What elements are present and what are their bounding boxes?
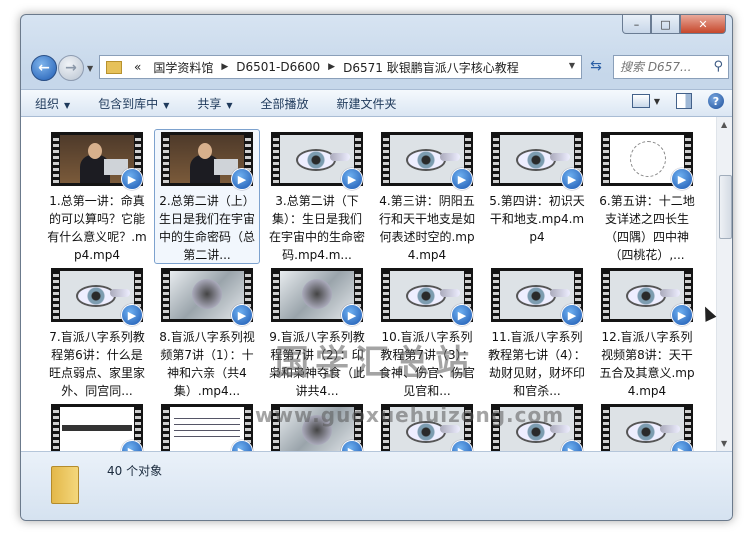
- file-item[interactable]: ▶: [44, 401, 150, 451]
- breadcrumb-item[interactable]: D6571 耿银鹏盲派八字核心教程: [337, 59, 525, 76]
- media-player-icon: ▶: [121, 304, 143, 326]
- include-in-library-label: 包含到库中: [98, 96, 159, 111]
- search-icon[interactable]: ⚲: [713, 59, 723, 74]
- file-item[interactable]: ▶ 2.总第二讲（上）生日是我们在宇宙中的生命密码（总第二讲...: [154, 129, 260, 264]
- chevron-down-icon: ▼: [163, 100, 170, 110]
- file-item[interactable]: ▶ 12.盲派八字系列视频第8讲：天干五合及其意义.mp4.mp4: [594, 265, 700, 400]
- explorer-window: – □ ✕ ← → ▼ « 国学资料馆 ▶ D6501-D6600 ▶ D657…: [20, 14, 733, 521]
- include-in-library-menu[interactable]: 包含到库中 ▼: [84, 95, 183, 112]
- file-name: 8.盲派八字系列视频第7讲（1）：十神和六亲（共4集）.mp4...: [159, 330, 255, 398]
- close-button[interactable]: ✕: [680, 15, 726, 34]
- chevron-down-icon: ▼: [226, 100, 233, 110]
- minimize-button[interactable]: –: [622, 15, 651, 34]
- scrollbar-thumb[interactable]: [719, 175, 732, 239]
- file-item[interactable]: ▶ 6.第五讲：十二地支详述之四长生（四隅）四中神（四桃花）,...: [594, 129, 700, 264]
- media-player-icon: ▶: [671, 304, 693, 326]
- organize-menu[interactable]: 组织 ▼: [21, 95, 84, 112]
- command-bar: 组织 ▼ 包含到库中 ▼ 共享 ▼ 全部播放 新建文件夹 ▼ ?: [21, 89, 732, 117]
- refresh-button[interactable]: ⇆: [585, 55, 607, 77]
- file-item[interactable]: ▶ 7.盲派八字系列教程第6讲：什么是旺点弱点、家里家外、同宫同...: [44, 265, 150, 400]
- media-player-icon: ▶: [341, 304, 363, 326]
- organize-label: 组织: [35, 96, 60, 111]
- folder-icon: [51, 466, 79, 504]
- scroll-down-icon[interactable]: ▼: [721, 439, 727, 448]
- media-player-icon: ▶: [231, 304, 253, 326]
- file-item[interactable]: ▶ 4.第三讲：阴阳五行和天干地支是如何表述时空的.mp4.mp4: [374, 129, 480, 264]
- breadcrumb-item[interactable]: D6501-D6600: [230, 60, 326, 74]
- folder-icon: [106, 60, 122, 74]
- navigation-bar: ← → ▼ « 国学资料馆 ▶ D6501-D6600 ▶ D6571 耿银鹏盲…: [29, 53, 729, 83]
- file-name: 1.总第一讲：命真的可以算吗？它能有什么意义呢？.mp4.mp4: [47, 194, 147, 262]
- vertical-scrollbar[interactable]: ▲ ▼: [716, 117, 732, 451]
- breadcrumb-item[interactable]: 国学资料馆: [147, 59, 219, 76]
- media-player-icon: ▶: [341, 168, 363, 190]
- new-folder-button[interactable]: 新建文件夹: [323, 95, 411, 112]
- watermark-url: www.guoxuehuizong.com: [255, 403, 565, 427]
- play-all-button[interactable]: 全部播放: [247, 95, 323, 112]
- file-name: 3.总第二讲（下集）：生日是我们在宇宙中的生命密码.mp4.m...: [268, 194, 365, 262]
- file-name: 11.盲派八字系列教程第七讲（4）：劫财见财，财坏印和官杀...: [488, 330, 586, 398]
- details-pane: 40 个对象: [21, 451, 732, 520]
- media-player-icon: ▶: [561, 168, 583, 190]
- chevron-down-icon: ▼: [653, 96, 660, 106]
- file-name: 2.总第二讲（上）生日是我们在宇宙中的生命密码（总第二讲...: [158, 194, 255, 262]
- file-name: 4.第三讲：阴阳五行和天干地支是如何表述时空的.mp4.mp4: [378, 194, 475, 262]
- file-name: 6.第五讲：十二地支详述之四长生（四隅）四中神（四桃花）,...: [599, 194, 695, 262]
- file-name: 5.第四讲：初识天干和地支.mp4.mp4: [489, 194, 585, 244]
- media-player-icon: ▶: [451, 168, 473, 190]
- file-item[interactable]: ▶: [154, 401, 260, 451]
- scroll-up-icon[interactable]: ▲: [721, 120, 727, 129]
- watermark-text: 国学汇总站: [275, 343, 475, 383]
- item-count: 40 个对象: [107, 464, 163, 478]
- chevron-right-icon[interactable]: ▶: [219, 62, 230, 72]
- search-box[interactable]: ⚲: [613, 55, 729, 79]
- file-item[interactable]: ▶: [594, 401, 700, 451]
- view-icon: [631, 94, 650, 108]
- view-controls: ▼ ?: [631, 93, 724, 109]
- file-list: ▶ 1.总第一讲：命真的可以算吗？它能有什么意义呢？.mp4.mp4 ▶ 2.总第二讲…: [21, 117, 716, 451]
- media-player-icon: ▶: [451, 304, 473, 326]
- back-button[interactable]: ←: [31, 55, 57, 81]
- address-bar[interactable]: « 国学资料馆 ▶ D6501-D6600 ▶ D6571 耿银鹏盲派八字核心教…: [99, 55, 582, 79]
- change-view-button[interactable]: ▼: [631, 94, 660, 108]
- file-name: 12.盲派八字系列视频第8讲：天干五合及其意义.mp4.mp4: [599, 330, 695, 398]
- chevron-down-icon: ▼: [64, 100, 71, 110]
- file-item[interactable]: ▶ 8.盲派八字系列视频第7讲（1）：十神和六亲（共4集）.mp4...: [154, 265, 260, 400]
- media-player-icon: ▶: [231, 168, 253, 190]
- file-name: 7.盲派八字系列教程第6讲：什么是旺点弱点、家里家外、同宫同...: [48, 330, 145, 398]
- window-controls: – □ ✕: [622, 15, 726, 34]
- arrow-left-icon: ←: [38, 60, 50, 76]
- file-item[interactable]: ▶ 11.盲派八字系列教程第七讲（4）：劫财见财，财坏印和官杀...: [484, 265, 590, 400]
- file-item[interactable]: ▶ 5.第四讲：初识天干和地支.mp4.mp4: [484, 129, 590, 264]
- chevron-right-icon[interactable]: ▶: [326, 62, 337, 72]
- maximize-button[interactable]: □: [651, 15, 680, 34]
- share-label: 共享: [197, 96, 222, 111]
- refresh-icon: ⇆: [590, 58, 602, 74]
- address-prefix[interactable]: «: [128, 60, 147, 74]
- media-player-icon: ▶: [671, 168, 693, 190]
- address-dropdown-icon[interactable]: ▼: [569, 61, 575, 70]
- file-item[interactable]: ▶ 1.总第一讲：命真的可以算吗？它能有什么意义呢？.mp4.mp4: [44, 129, 150, 264]
- recent-pages-dropdown-icon[interactable]: ▼: [87, 64, 93, 73]
- share-menu[interactable]: 共享 ▼: [183, 95, 246, 112]
- arrow-right-icon: →: [65, 60, 77, 76]
- title-bar: – □ ✕: [21, 15, 732, 45]
- search-input[interactable]: [614, 59, 708, 75]
- help-icon[interactable]: ?: [708, 93, 724, 109]
- media-player-icon: ▶: [121, 168, 143, 190]
- forward-button[interactable]: →: [58, 55, 84, 81]
- media-player-icon: ▶: [561, 304, 583, 326]
- preview-pane-button[interactable]: [676, 93, 692, 109]
- file-item[interactable]: ▶ 3.总第二讲（下集）：生日是我们在宇宙中的生命密码.mp4.m...: [264, 129, 370, 264]
